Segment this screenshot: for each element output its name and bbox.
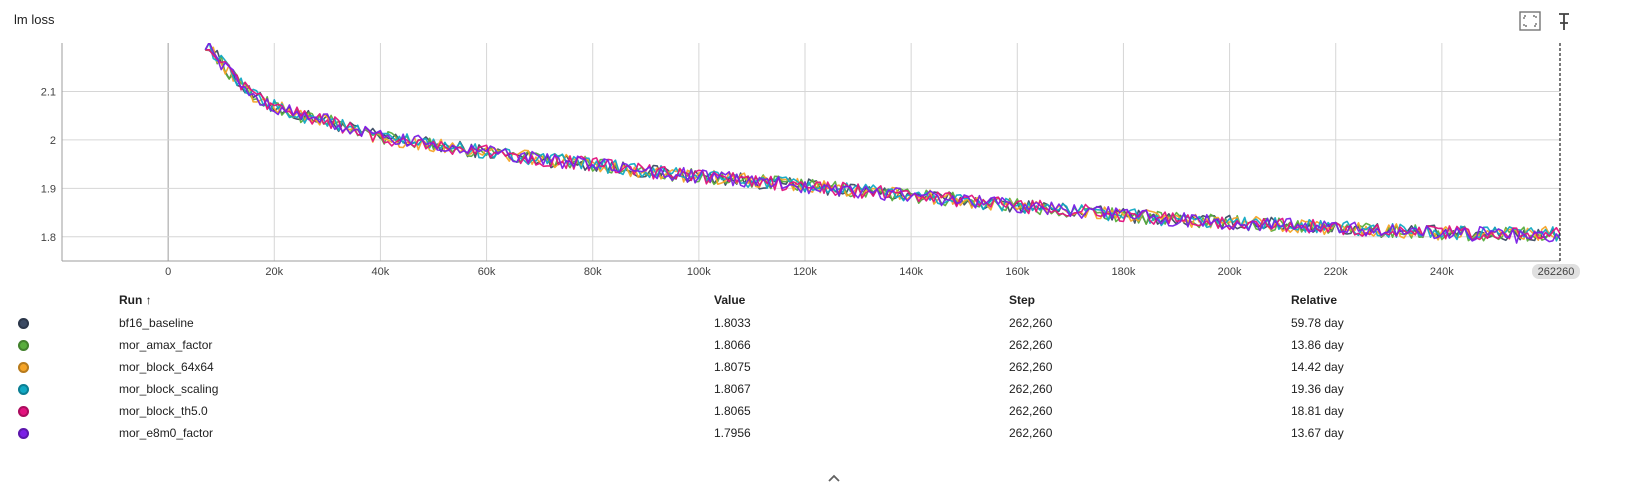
run-value: 1.8066 <box>714 338 751 352</box>
run-color-dot <box>18 340 29 351</box>
run-step: 262,260 <box>1009 316 1053 330</box>
x-axis-ticks: 0 20k 40k 60k 80k 100k 120k 140k 160k 180k 200k 220… <box>165 266 1454 278</box>
y-tick-label: 1.9 <box>41 183 56 195</box>
table-header: Run ↑ Value Step Relative <box>0 292 1625 310</box>
x-tick-label: 20k <box>265 266 283 278</box>
table-row[interactable]: mor_block_scaling 1.8067 262,260 19.36 d… <box>0 380 1625 402</box>
table-row[interactable]: mor_amax_factor 1.8066 262,260 13.86 day <box>0 336 1625 358</box>
x-tick-label: 60k <box>478 266 496 278</box>
run-relative: 13.67 day <box>1291 426 1344 440</box>
run-name: mor_block_scaling <box>119 382 219 396</box>
run-name: mor_block_th5.0 <box>119 404 208 418</box>
run-value: 1.8075 <box>714 360 751 374</box>
y-tick-label: 2 <box>50 135 56 147</box>
x-tick-label: 200k <box>1218 266 1242 278</box>
step-column-header: Step <box>1009 293 1036 307</box>
pin-icon[interactable] <box>1557 11 1573 33</box>
table-row[interactable]: mor_block_th5.0 1.8065 262,260 18.81 day <box>0 402 1625 424</box>
run-relative: 14.42 day <box>1291 360 1344 374</box>
run-column-header[interactable]: Run ↑ <box>119 293 152 307</box>
run-value: 1.8067 <box>714 382 751 396</box>
value-column-header: Value <box>714 293 746 307</box>
y-axis-ticks: 1.8 1.9 2 2.1 <box>41 86 56 243</box>
table-row[interactable]: bf16_baseline 1.8033 262,260 59.78 day <box>0 314 1625 336</box>
x-tick-label: 0 <box>165 266 171 278</box>
run-step: 262,260 <box>1009 360 1053 374</box>
x-tick-label: 80k <box>584 266 602 278</box>
run-color-dot <box>18 362 29 373</box>
chevron-up-icon[interactable] <box>826 472 842 484</box>
run-color-dot <box>18 318 29 329</box>
run-step: 262,260 <box>1009 382 1053 396</box>
run-color-dot <box>18 384 29 395</box>
run-color-dot <box>18 406 29 417</box>
run-value: 1.8065 <box>714 404 751 418</box>
line-chart[interactable]: 1.8 1.9 2 2.1 0 20k 40k 60k 80k 100k 120k 140k 160k… <box>0 35 1625 285</box>
x-tick-label: 240k <box>1430 266 1454 278</box>
run-relative: 13.86 day <box>1291 338 1344 352</box>
table-row[interactable]: mor_e8m0_factor 1.7956 262,260 13.67 day <box>0 424 1625 446</box>
run-step: 262,260 <box>1009 404 1053 418</box>
run-name: mor_e8m0_factor <box>119 426 214 440</box>
run-value: 1.7956 <box>714 426 751 440</box>
run-step: 262,260 <box>1009 426 1053 440</box>
run-color-dot <box>18 428 29 439</box>
run-name: bf16_baseline <box>119 316 194 330</box>
y-tick-label: 1.8 <box>41 232 56 244</box>
x-tick-label: 140k <box>899 266 923 278</box>
x-tick-label: 120k <box>793 266 817 278</box>
run-step: 262,260 <box>1009 338 1053 352</box>
table-row[interactable]: mor_block_64x64 1.8075 262,260 14.42 day <box>0 358 1625 380</box>
run-relative: 18.81 day <box>1291 404 1344 418</box>
run-relative: 19.36 day <box>1291 382 1344 396</box>
run-value: 1.8033 <box>714 316 751 330</box>
run-relative: 59.78 day <box>1291 316 1344 330</box>
x-tick-label: 180k <box>1112 266 1136 278</box>
x-tick-label: 100k <box>687 266 711 278</box>
cursor-label: 262260 <box>1538 266 1575 278</box>
run-name: mor_amax_factor <box>119 338 213 352</box>
x-tick-label: 40k <box>372 266 390 278</box>
x-tick-label: 160k <box>1005 266 1029 278</box>
fullscreen-icon[interactable] <box>1519 11 1541 31</box>
x-tick-label: 220k <box>1324 266 1348 278</box>
relative-column-header: Relative <box>1291 293 1338 307</box>
run-name: mor_block_64x64 <box>119 360 214 374</box>
chart-title: lm loss <box>14 12 55 27</box>
y-tick-label: 2.1 <box>41 86 56 98</box>
